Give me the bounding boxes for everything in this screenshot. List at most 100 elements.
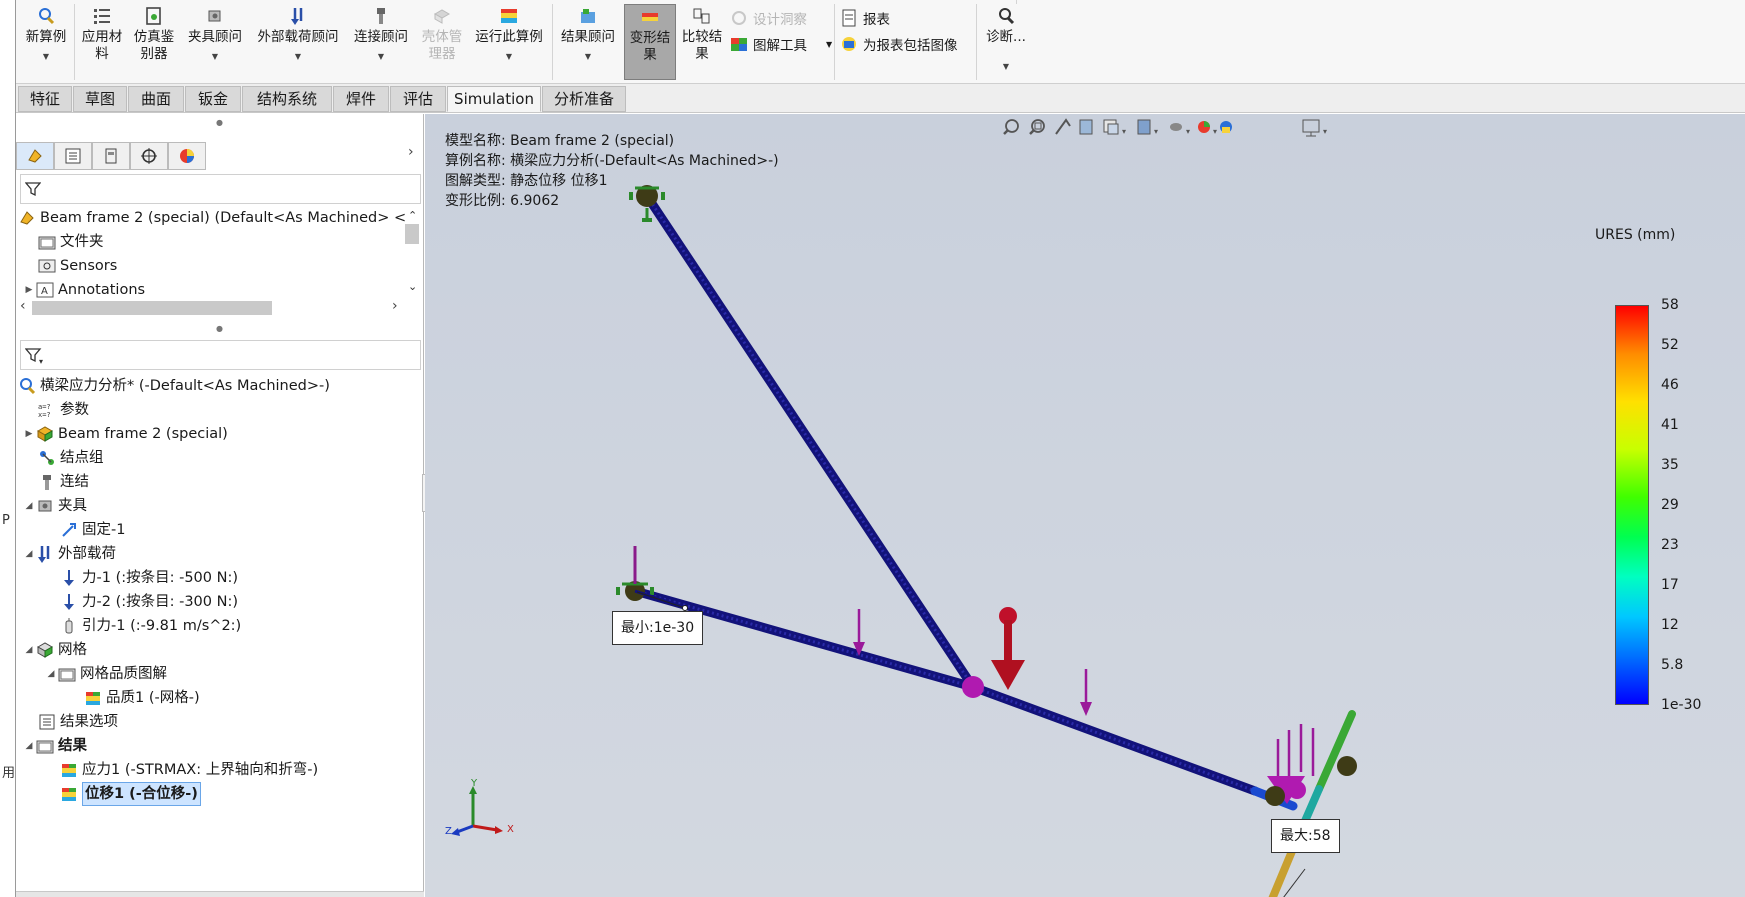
- collapse-arrow-icon[interactable]: ◢: [44, 663, 58, 685]
- tree-item-mesh[interactable]: ◢ 网格: [22, 639, 87, 661]
- tree-item-quality1[interactable]: 品质1 (-网格-): [84, 687, 200, 709]
- diagnostics-icon: [999, 8, 1015, 25]
- scroll-down-icon[interactable]: ⌄: [408, 280, 417, 293]
- tab-sheet-metal[interactable]: 钣金: [185, 86, 241, 112]
- tree-item-force2[interactable]: 力-2 (:按条目: -300 N:): [60, 591, 238, 613]
- splitter-handle-icon[interactable]: ●: [216, 118, 223, 127]
- results-advisor-button[interactable]: 结果顾问 ▼: [556, 6, 620, 65]
- external-load-icon: [291, 8, 303, 25]
- min-callout[interactable]: 最小:1e-30: [612, 611, 704, 645]
- run-study-button[interactable]: 运行此算例 ▼: [470, 6, 548, 65]
- tree-item-folders[interactable]: 文件夹: [38, 231, 104, 253]
- tree-item-joint-groups[interactable]: 结点组: [38, 447, 104, 469]
- collapse-arrow-icon[interactable]: ◢: [22, 735, 36, 757]
- tree-item-params[interactable]: a=? x=? 参数: [38, 399, 89, 421]
- shell-manager-label-2: 理器: [428, 46, 456, 62]
- ribbon-separator: [552, 4, 553, 80]
- tree-item-study[interactable]: 横梁应力分析* (-Default<As Machined>-): [18, 375, 330, 397]
- tree-item-root[interactable]: Beam frame 2 (special) (Default<As Machi…: [18, 207, 406, 229]
- legend-tick-label: 1e-30: [1661, 697, 1702, 713]
- plot-tools-button[interactable]: 图解工具 ▼: [730, 34, 832, 54]
- svg-text:a=?: a=?: [38, 403, 51, 411]
- tree-item-external-loads[interactable]: ◢ 外部载荷: [22, 543, 116, 565]
- tab-simulation[interactable]: Simulation: [447, 86, 541, 112]
- material-list-icon: [94, 9, 110, 24]
- legend-tick-label: 35: [1661, 457, 1679, 473]
- tab-evaluate[interactable]: 评估: [390, 86, 446, 112]
- tab-surfaces[interactable]: 曲面: [128, 86, 184, 112]
- tree-item-fixtures[interactable]: ◢ 夹具: [22, 495, 87, 517]
- deformed-result-button[interactable]: 变形结 果: [624, 4, 676, 80]
- horizontal-scrollbar-thumb[interactable]: [32, 301, 272, 315]
- expand-arrow-icon[interactable]: ▶: [22, 423, 36, 445]
- graphics-viewport[interactable]: ▾ ▾ ▾ ▾ ▾ 模型名称: Beam frame 2 (special) 算…: [425, 114, 1745, 897]
- dimxpert-tab[interactable]: [130, 142, 168, 170]
- collapse-arrow-icon[interactable]: ◢: [22, 543, 36, 565]
- chevron-down-icon: ▼: [826, 39, 833, 49]
- scroll-right-icon[interactable]: ›: [392, 298, 398, 314]
- new-study-icon: [39, 8, 55, 25]
- display-manager-tab[interactable]: [168, 142, 206, 170]
- connections-advisor-button[interactable]: 连接顾问 ▼: [348, 6, 414, 65]
- collapse-arrow-icon[interactable]: ◢: [22, 495, 36, 517]
- study-filter-input[interactable]: ▾: [20, 340, 421, 370]
- tab-structure-system[interactable]: 结构系统: [242, 86, 332, 112]
- gravity-icon: [60, 617, 78, 635]
- feature-filter-input[interactable]: [20, 174, 421, 204]
- tab-analysis-prep[interactable]: 分析准备: [542, 86, 626, 112]
- tree-item-mesh-quality-plot-label: 网格品质图解: [80, 666, 167, 682]
- tree-item-connections[interactable]: 连结: [38, 471, 89, 493]
- joint-group-icon: [38, 449, 56, 467]
- tree-item-mesh-quality-plot[interactable]: ◢ 网格品质图解: [44, 663, 167, 685]
- tree-item-external-loads-label: 外部载荷: [58, 546, 116, 562]
- tree-item-sensors[interactable]: Sensors: [38, 255, 117, 277]
- tab-features[interactable]: 特征: [18, 86, 72, 112]
- tree-item-displacement1[interactable]: 位移1 (-合位移-): [60, 782, 201, 806]
- diagnostics-button[interactable]: 诊断... ▼: [980, 6, 1032, 75]
- tree-item-result-options[interactable]: 结果选项: [38, 711, 118, 733]
- tree-item-annotations[interactable]: ▶ A Annotations: [22, 279, 146, 301]
- tree-item-fixed1-label: 固定-1: [82, 522, 126, 538]
- panel-scroll-right-icon[interactable]: ›: [408, 144, 414, 160]
- tree-item-part[interactable]: ▶ Beam frame 2 (special): [22, 423, 228, 445]
- include-image-report-button[interactable]: 为报表包括图像: [840, 34, 958, 54]
- configuration-manager-tab[interactable]: [92, 142, 130, 170]
- fixture-right-upper: [1337, 756, 1357, 776]
- tab-weldments[interactable]: 焊件: [333, 86, 389, 112]
- legend-tick-label: 52: [1661, 337, 1679, 353]
- vertical-scrollbar-thumb[interactable]: [405, 224, 419, 244]
- external-loads-advisor-button[interactable]: 外部载荷顾问 ▼: [252, 6, 344, 65]
- compare-results-button[interactable]: 比较结 果: [678, 6, 726, 63]
- force-arrow-icon: [60, 593, 78, 611]
- tree-item-results[interactable]: ◢ 结果: [22, 735, 87, 757]
- tree-item-stress1[interactable]: 应力1 (-STRMAX: 上界轴向和折弯-): [60, 759, 318, 781]
- apply-material-button[interactable]: 应用材 料: [78, 6, 126, 63]
- tree-item-force1[interactable]: 力-1 (:按条目: -500 N:): [60, 567, 238, 589]
- compare-results-icon: [693, 8, 710, 24]
- simulation-evaluator-button[interactable]: 仿真鉴 别器: [130, 6, 178, 63]
- distributed-load-arrow-2: [1080, 669, 1092, 716]
- evaluator-icon: [146, 7, 161, 25]
- ribbon-separator: [834, 4, 835, 80]
- fixtures-advisor-button[interactable]: 夹具顾问 ▼: [182, 6, 248, 65]
- external-loads-advisor-label: 外部载荷顾问: [257, 29, 339, 45]
- tab-sketch[interactable]: 草图: [73, 86, 127, 112]
- new-study-button[interactable]: 新算例 ▼: [22, 6, 70, 65]
- collapse-arrow-icon[interactable]: ◢: [22, 639, 36, 661]
- report-button[interactable]: 报表: [840, 8, 890, 28]
- property-manager-tab[interactable]: [54, 142, 92, 170]
- connections-advisor-label: 连接顾问: [354, 29, 408, 45]
- scroll-up-icon[interactable]: ⌃: [408, 209, 417, 222]
- result-plot-icon: [60, 785, 78, 803]
- splitter-handle-icon[interactable]: ●: [216, 324, 223, 333]
- tree-item-annotations-label: Annotations: [58, 282, 146, 298]
- chevron-down-icon: ▼: [1002, 62, 1010, 71]
- legend-title: URES (mm): [1595, 227, 1676, 243]
- report-icon: [842, 9, 856, 27]
- edge-char-yong: 用: [2, 766, 16, 781]
- tree-item-fixed1[interactable]: 固定-1: [60, 519, 125, 541]
- scroll-left-icon[interactable]: ‹: [20, 298, 26, 314]
- tree-item-gravity1[interactable]: 引力-1 (:-9.81 m/s^2:): [60, 615, 241, 637]
- max-callout[interactable]: 最大:58: [1271, 819, 1340, 853]
- feature-manager-tab[interactable]: [16, 142, 54, 170]
